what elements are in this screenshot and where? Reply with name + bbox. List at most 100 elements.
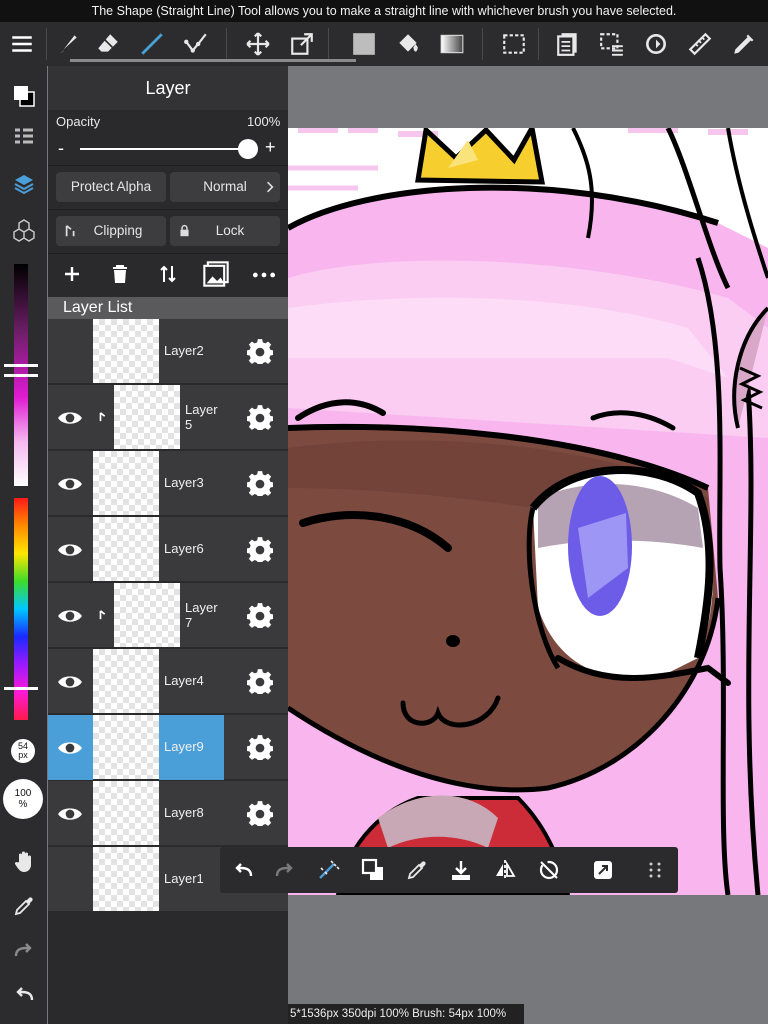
layer-copy-icon[interactable] <box>550 26 586 62</box>
layer-row[interactable]: Layer9 <box>48 715 288 780</box>
layer-settings-gear-icon[interactable] <box>246 734 274 763</box>
layer-settings-gear-icon[interactable] <box>246 800 274 829</box>
move-tool-icon[interactable] <box>240 26 276 62</box>
quick-snap-icon[interactable] <box>312 853 346 887</box>
brightness-slider-handle-2[interactable] <box>4 374 38 377</box>
artwork <box>288 128 768 895</box>
reorder-layer-icon[interactable] <box>156 262 180 286</box>
layer-thumbnail <box>93 649 159 713</box>
layer-row[interactable]: Layer4 <box>48 649 288 714</box>
fill-rect-tool-icon[interactable] <box>346 26 382 62</box>
quick-expand-icon[interactable] <box>586 853 620 887</box>
clipping-button[interactable]: Clipping <box>56 216 166 246</box>
brush-tool-icon[interactable] <box>50 26 86 62</box>
left-sidebar: 54 px 100 % <box>0 66 47 1024</box>
chevron-right-icon <box>266 172 274 205</box>
opacity-increase-button[interactable]: + <box>265 137 276 158</box>
layers-icon[interactable] <box>6 166 42 202</box>
color-swatch-icon[interactable] <box>6 78 42 114</box>
gradient-tool-icon[interactable] <box>434 26 470 62</box>
ruler-icon[interactable] <box>682 26 718 62</box>
layer-name: Layer2 <box>164 343 204 358</box>
visibility-eye-icon[interactable] <box>56 470 84 498</box>
layer-name: Layer1 <box>164 871 204 886</box>
quick-eyedropper-icon[interactable] <box>400 853 434 887</box>
eyedropper-tool-icon[interactable] <box>6 888 42 924</box>
visibility-eye-icon[interactable] <box>56 668 84 696</box>
materials-cube-icon[interactable] <box>6 212 42 248</box>
layer-thumbnail <box>114 583 180 647</box>
import-image-icon[interactable] <box>202 260 230 288</box>
lock-button[interactable]: Lock <box>170 216 280 246</box>
layer-row[interactable]: Layer 5 <box>48 385 288 450</box>
drawing-canvas[interactable] <box>288 128 768 895</box>
hue-slider-handle[interactable] <box>4 687 38 690</box>
visibility-eye-icon[interactable] <box>56 404 84 432</box>
clipping-label: Clipping <box>93 223 143 238</box>
more-options-icon[interactable] <box>251 262 277 286</box>
delete-layer-icon[interactable] <box>108 262 132 286</box>
layer-settings-gear-icon[interactable] <box>246 470 274 499</box>
clipping-icon <box>64 216 78 249</box>
layer-thumbnail <box>93 847 159 911</box>
visibility-eye-icon[interactable] <box>56 602 84 630</box>
top-toolbar <box>0 22 768 66</box>
visibility-eye-icon[interactable] <box>56 338 84 366</box>
toolbar-scroll-indicator <box>70 59 356 62</box>
visibility-eye-icon[interactable] <box>56 866 84 894</box>
protect-alpha-button[interactable]: Protect Alpha <box>56 172 166 202</box>
layer-row[interactable]: Layer6 <box>48 517 288 582</box>
layer-name: Layer 7 <box>185 600 218 630</box>
layer-settings-gear-icon[interactable] <box>246 668 274 697</box>
opacity-slider-fill <box>80 148 248 150</box>
opacity-decrease-button[interactable]: - <box>58 138 64 159</box>
select-menu-icon[interactable] <box>594 26 630 62</box>
visibility-eye-icon[interactable] <box>56 734 84 762</box>
rotate-view-icon[interactable] <box>638 26 674 62</box>
layer-settings-gear-icon[interactable] <box>246 602 274 631</box>
layer-row[interactable]: Layer 7 <box>48 583 288 648</box>
quick-save-down-icon[interactable] <box>444 853 478 887</box>
quick-redo-icon[interactable] <box>268 853 302 887</box>
quick-flip-icon[interactable] <box>488 853 522 887</box>
bucket-tool-icon[interactable] <box>390 26 426 62</box>
selection-tool-icon[interactable] <box>496 26 532 62</box>
layer-settings-gear-icon[interactable] <box>246 404 274 433</box>
brightness-slider-handle[interactable] <box>4 364 38 367</box>
opacity-slider-knob[interactable] <box>238 139 258 159</box>
layer-list-icon[interactable] <box>6 120 42 156</box>
redo-icon[interactable] <box>6 932 42 968</box>
blend-mode-button[interactable]: Normal <box>170 172 280 202</box>
opacity-label: Opacity <box>56 114 101 129</box>
quick-rotate-reset-icon[interactable] <box>532 853 566 887</box>
eraser-tool-icon[interactable] <box>90 26 126 62</box>
brush-size-indicator[interactable]: 54 px <box>11 739 35 763</box>
hand-tool-icon[interactable] <box>6 844 42 880</box>
visibility-eye-icon[interactable] <box>56 800 84 828</box>
layer-row[interactable]: Layer3 <box>48 451 288 516</box>
layer-name: Layer 5 <box>185 402 218 432</box>
line-tool-icon[interactable] <box>134 26 170 62</box>
layer-list-header: Layer List <box>48 297 288 319</box>
blend-mode-label: Normal <box>203 179 247 194</box>
polyline-tool-icon[interactable] <box>178 26 214 62</box>
add-layer-icon[interactable] <box>60 262 84 286</box>
quick-color-swap-icon[interactable] <box>356 853 390 887</box>
quick-grid-menu-icon[interactable] <box>638 853 672 887</box>
transform-tool-icon[interactable] <box>284 26 320 62</box>
layer-settings-gear-icon[interactable] <box>246 338 274 367</box>
layer-settings-gear-icon[interactable] <box>246 536 274 565</box>
material-icon[interactable] <box>726 26 762 62</box>
opacity-slider[interactable] <box>80 148 248 150</box>
layer-row[interactable]: Layer8 <box>48 781 288 846</box>
opacity-value: 100% <box>247 114 281 129</box>
brush-opacity-indicator[interactable]: 100 % <box>3 779 43 819</box>
layer-thumbnail <box>93 517 159 581</box>
quick-undo-icon[interactable] <box>226 853 260 887</box>
layer-thumbnail <box>93 319 159 383</box>
clipping-mark-icon <box>93 385 113 449</box>
undo-icon[interactable] <box>6 976 42 1012</box>
menu-icon[interactable] <box>4 26 40 62</box>
visibility-eye-icon[interactable] <box>56 536 84 564</box>
layer-row[interactable]: Layer2 <box>48 319 288 384</box>
